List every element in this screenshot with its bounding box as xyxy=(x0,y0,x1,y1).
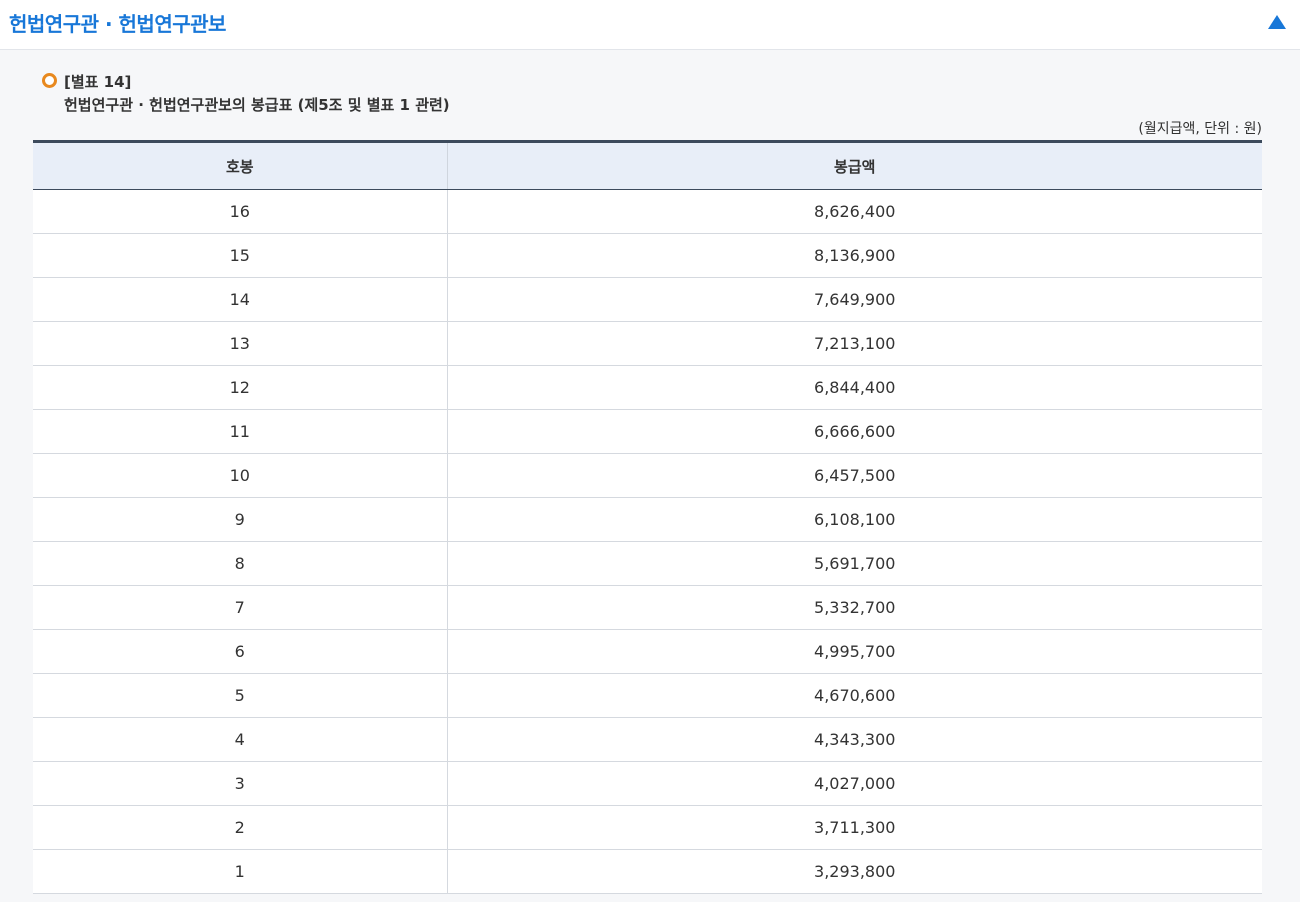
table-row: 5 4,670,600 xyxy=(33,673,1262,718)
salary-table: 호봉 봉급액 16 8,626,400 15 8,136,900 14 7,649,900… xyxy=(33,143,1262,894)
grade-cell: 3 xyxy=(33,761,448,806)
table-row: 3 4,027,000 xyxy=(33,761,1262,806)
table-header-row: 호봉 봉급액 xyxy=(33,143,1262,190)
column-header-amount: 봉급액 xyxy=(447,143,1262,190)
table-row: 11 6,666,600 xyxy=(33,409,1262,454)
grade-cell: 7 xyxy=(33,585,448,630)
table-row: 8 5,691,700 xyxy=(33,541,1262,586)
amount-cell: 3,293,800 xyxy=(447,849,1262,894)
amount-cell: 4,027,000 xyxy=(447,761,1262,806)
amount-cell: 4,995,700 xyxy=(447,629,1262,674)
caption-title: 헌법연구관 · 헌법연구관보의 봉급표 (제5조 및 별표 1 관련) xyxy=(64,96,450,114)
grade-cell: 6 xyxy=(33,629,448,674)
caption-label: [별표 14] xyxy=(64,73,132,91)
amount-cell: 4,343,300 xyxy=(447,717,1262,762)
unit-note: (월지급액, 단위 : 원) xyxy=(1138,121,1262,137)
amount-cell: 6,844,400 xyxy=(447,365,1262,410)
amount-cell: 8,136,900 xyxy=(447,233,1262,278)
grade-cell: 8 xyxy=(33,541,448,586)
table-row: 13 7,213,100 xyxy=(33,321,1262,366)
amount-cell: 6,108,100 xyxy=(447,497,1262,542)
triangle-up-icon xyxy=(1268,15,1286,29)
column-header-grade: 호봉 xyxy=(33,143,448,190)
table-row: 15 8,136,900 xyxy=(33,233,1262,278)
table-body: 16 8,626,400 15 8,136,900 14 7,649,900 13 7,213… xyxy=(33,189,1262,894)
table-row: 12 6,844,400 xyxy=(33,365,1262,410)
grade-cell: 2 xyxy=(33,805,448,850)
grade-cell: 14 xyxy=(33,277,448,322)
amount-cell: 6,666,600 xyxy=(447,409,1262,454)
grade-cell: 11 xyxy=(33,409,448,454)
amount-cell: 5,691,700 xyxy=(447,541,1262,586)
amount-cell: 3,711,300 xyxy=(447,805,1262,850)
table-row: 1 3,293,800 xyxy=(33,849,1262,894)
table-row: 16 8,626,400 xyxy=(33,189,1262,234)
grade-cell: 16 xyxy=(33,189,448,234)
grade-cell: 10 xyxy=(33,453,448,498)
circle-bullet-icon xyxy=(42,73,57,88)
grade-cell: 1 xyxy=(33,849,448,894)
grade-cell: 13 xyxy=(33,321,448,366)
amount-cell: 8,626,400 xyxy=(447,189,1262,234)
amount-cell: 7,649,900 xyxy=(447,277,1262,322)
section-header[interactable]: 헌법연구관 · 헌법연구관보 xyxy=(0,0,1300,50)
table-row: 6 4,995,700 xyxy=(33,629,1262,674)
grade-cell: 5 xyxy=(33,673,448,718)
salary-table-container: 호봉 봉급액 16 8,626,400 15 8,136,900 14 7,649,900… xyxy=(33,140,1262,894)
table-row: 10 6,457,500 xyxy=(33,453,1262,498)
amount-cell: 5,332,700 xyxy=(447,585,1262,630)
table-row: 4 4,343,300 xyxy=(33,717,1262,762)
amount-cell: 7,213,100 xyxy=(447,321,1262,366)
amount-cell: 6,457,500 xyxy=(447,453,1262,498)
grade-cell: 9 xyxy=(33,497,448,542)
grade-cell: 4 xyxy=(33,717,448,762)
grade-cell: 15 xyxy=(33,233,448,278)
table-row: 14 7,649,900 xyxy=(33,277,1262,322)
amount-cell: 4,670,600 xyxy=(447,673,1262,718)
grade-cell: 12 xyxy=(33,365,448,410)
table-row: 2 3,711,300 xyxy=(33,805,1262,850)
collapse-button[interactable] xyxy=(1266,11,1288,33)
table-row: 9 6,108,100 xyxy=(33,497,1262,542)
table-row: 7 5,332,700 xyxy=(33,585,1262,630)
section-title: 헌법연구관 · 헌법연구관보 xyxy=(9,12,226,36)
